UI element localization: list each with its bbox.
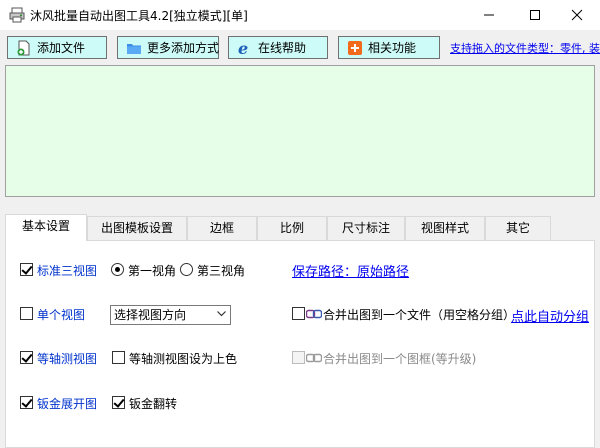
- file-drop-list[interactable]: [5, 65, 595, 197]
- sheet-flip-checkbox[interactable]: [112, 396, 125, 409]
- merge-one-file-checkbox[interactable]: [292, 307, 305, 320]
- more-add-label: 更多添加方式: [147, 41, 220, 55]
- single-view-label: 单个视图: [37, 308, 86, 322]
- close-icon: [571, 9, 583, 21]
- online-help-button[interactable]: e 在线帮助: [228, 36, 328, 59]
- sheet-flat-label: 钣金展开图: [37, 397, 98, 411]
- window-title: 沐风批量自动出图工具4.2[独立模式][单]: [30, 9, 248, 23]
- related-functions-button[interactable]: 相关功能: [338, 36, 440, 59]
- maximize-icon: [530, 10, 540, 20]
- settings-tabs: 基本设置 出图模板设置 边框 比例 尺寸标注 视图样式 其它: [5, 214, 595, 241]
- std-three-view-label: 标准三视图: [37, 264, 98, 278]
- third-angle-radio[interactable]: [180, 263, 193, 276]
- minimize-icon: [484, 14, 494, 16]
- merge-chain-icon: [306, 309, 322, 319]
- merge-one-frame-label: 合并出图到一个图框(等升级): [323, 352, 477, 366]
- merge-one-frame-checkbox[interactable]: [292, 351, 305, 364]
- tab-border[interactable]: 边框: [187, 216, 257, 240]
- related-functions-label: 相关功能: [368, 41, 417, 55]
- std-three-view-checkbox[interactable]: [20, 263, 33, 276]
- title-bar: 沐风批量自动出图工具4.2[独立模式][单]: [0, 0, 600, 30]
- tab-template-settings[interactable]: 出图模板设置: [87, 216, 187, 240]
- view-direction-select[interactable]: 选择视图方向: [110, 305, 231, 325]
- third-angle-label: 第三视角: [197, 264, 246, 278]
- add-file-icon: [17, 40, 30, 55]
- merge-one-file-label: 合并出图到一个文件（用空格分组）: [323, 308, 516, 322]
- tab-view-style[interactable]: 视图样式: [405, 216, 485, 240]
- chevron-down-icon: [217, 311, 226, 317]
- first-angle-label: 第一视角: [128, 264, 177, 278]
- svg-text:e: e: [238, 40, 248, 56]
- iso-color-checkbox[interactable]: [112, 351, 125, 364]
- view-direction-value: 选择视图方向: [114, 308, 187, 322]
- add-file-label: 添加文件: [37, 41, 86, 55]
- tab-other[interactable]: 其它: [485, 216, 551, 240]
- add-file-button[interactable]: 添加文件: [7, 36, 107, 59]
- folder-icon: [127, 43, 141, 54]
- iso-view-checkbox[interactable]: [20, 351, 33, 364]
- tab-scale[interactable]: 比例: [257, 216, 327, 240]
- close-button[interactable]: [554, 0, 600, 30]
- app-printer-icon: [9, 7, 25, 23]
- iso-view-label: 等轴测视图: [37, 352, 98, 366]
- plus-icon: [348, 40, 362, 55]
- auto-group-link[interactable]: 点此自动分组: [511, 306, 589, 325]
- ie-browser-icon: e: [238, 40, 248, 56]
- save-path-link[interactable]: 保存路径：原始路径: [292, 261, 409, 280]
- tab-dimensions[interactable]: 尺寸标注: [327, 216, 405, 240]
- single-view-checkbox[interactable]: [20, 307, 33, 320]
- maximize-button[interactable]: [512, 0, 558, 30]
- sheet-flip-label: 钣金翻转: [129, 397, 178, 411]
- first-angle-radio[interactable]: [111, 263, 124, 276]
- supported-file-types-link[interactable]: 支持拖入的文件类型：零件, 装配: [450, 40, 600, 56]
- iso-color-label: 等轴测视图设为上色: [129, 352, 238, 366]
- more-add-button[interactable]: 更多添加方式: [117, 36, 219, 59]
- tab-basic-settings[interactable]: 基本设置: [5, 214, 87, 241]
- online-help-label: 在线帮助: [258, 41, 307, 55]
- merge-chain-disabled-icon: [306, 353, 322, 363]
- sheet-flat-checkbox[interactable]: [20, 396, 33, 409]
- minimize-button[interactable]: [466, 0, 512, 30]
